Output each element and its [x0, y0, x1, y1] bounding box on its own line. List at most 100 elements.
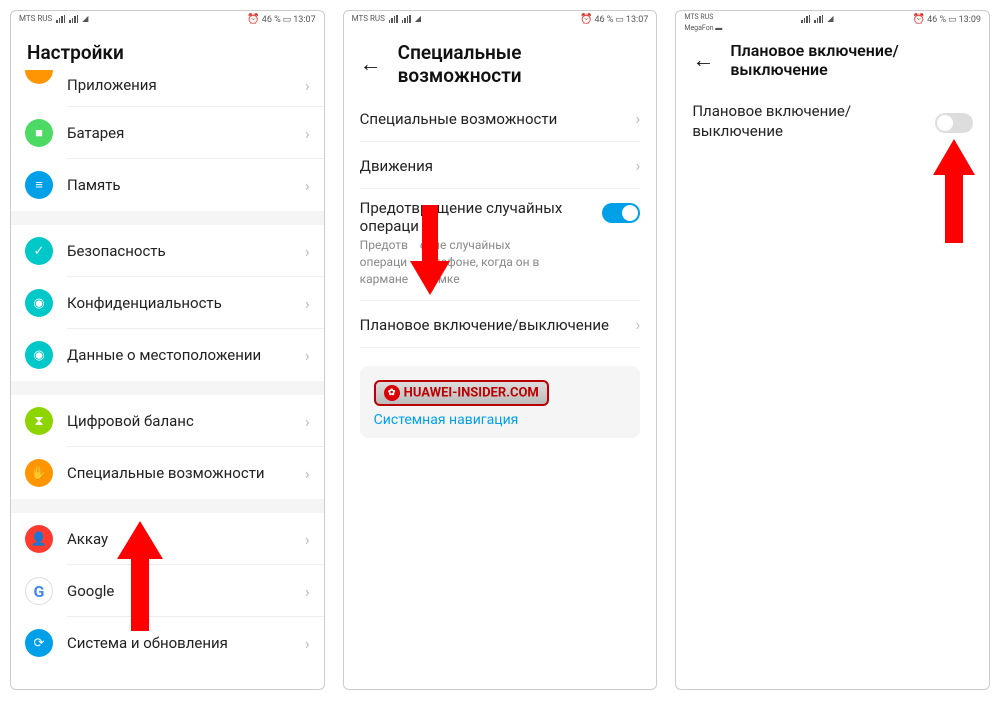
status-time: 13:07	[626, 15, 648, 25]
navigation-box[interactable]: ✿HUAWEI-INSIDER.COM Системная навигация	[360, 366, 641, 438]
row-label: Движения	[360, 157, 636, 175]
annotation-arrow	[933, 139, 975, 243]
back-arrow-icon[interactable]: ←	[692, 47, 714, 73]
page-header: Настройки	[11, 31, 324, 72]
chevron-right-icon: ›	[305, 176, 310, 195]
chevron-right-icon: ›	[305, 412, 310, 431]
item-label: Специальные возможности	[67, 464, 291, 483]
status-right: ⏰ 46 % ▭ 13:09	[913, 14, 981, 25]
status-left: MTS RUS MegaFon ▬	[684, 14, 722, 32]
settings-item-account[interactable]: 👤 Аккау ›	[11, 513, 324, 565]
battery-icon: ▭	[615, 15, 624, 25]
status-bar: MTS RUS ◢ ⏰ 46 % ▭ 13:07	[11, 11, 324, 31]
page-header: ← Плановое включение/выключение	[676, 31, 989, 87]
settings-item-system[interactable]: ⟳ Система и обновления ›	[11, 617, 324, 669]
wifi-icon: ◢	[415, 14, 421, 23]
toggle-switch[interactable]	[602, 203, 640, 223]
settings-item-privacy[interactable]: ◉ Конфиденциальность ›	[11, 277, 324, 329]
status-bar: MTS RUS ◢ ⏰ 46 % ▭ 13:07	[344, 11, 657, 31]
signal-icon-2	[814, 15, 823, 23]
signal-icon-2	[402, 15, 411, 23]
chevron-right-icon: ›	[305, 124, 310, 143]
carrier-label: MTS RUS	[352, 14, 385, 23]
toggle-switch[interactable]	[935, 113, 973, 133]
watermark-badge: ✿HUAWEI-INSIDER.COM	[374, 380, 549, 406]
settings-item-battery[interactable]: ■ Батарея ›	[11, 107, 324, 159]
phone-screen-1: MTS RUS ◢ ⏰ 46 % ▭ 13:07 Настройки Прило…	[10, 10, 325, 690]
status-right: ⏰ 46 % ▭ 13:07	[247, 14, 315, 25]
row-accessibility[interactable]: Специальные возможности ›	[344, 95, 657, 142]
settings-item-apps[interactable]: Приложения ›	[11, 72, 324, 107]
settings-item-memory[interactable]: ≡ Память ›	[11, 159, 324, 211]
apps-icon	[25, 70, 53, 84]
settings-item-security[interactable]: ✓ Безопасность ›	[11, 225, 324, 277]
carrier-label: MTS RUS	[19, 14, 52, 23]
row-subtitle: Предотв ение случайных операци телефоне,…	[360, 237, 593, 287]
status-left: MTS RUS ◢	[352, 14, 421, 23]
item-label: Цифровой баланс	[67, 412, 291, 431]
row-title: Предотвращение случайныхопераци	[360, 199, 593, 235]
wifi-icon: ◢	[82, 14, 88, 23]
phone-screen-3: MTS RUS MegaFon ▬ ◢ ⏰ 46 % ▭ 13:09 ← Пла…	[675, 10, 990, 690]
shield-check-icon: ✓	[25, 237, 53, 265]
page-title: Специальные возможности	[398, 41, 641, 87]
chevron-right-icon: ›	[636, 315, 641, 334]
settings-item-google[interactable]: G Google ›	[11, 565, 324, 617]
item-label: Батарея	[67, 124, 291, 143]
annotation-arrow	[410, 205, 450, 295]
settings-item-digital-balance[interactable]: ⧗ Цифровой баланс ›	[11, 395, 324, 447]
status-right: ⏰ 46 % ▭ 13:07	[580, 14, 648, 25]
item-label: Приложения	[67, 76, 291, 95]
status-left: MTS RUS ◢	[19, 14, 88, 23]
carrier-label-2: MegaFon ▬	[684, 25, 722, 32]
item-label: Google	[67, 582, 291, 601]
wifi-icon: ◢	[827, 14, 833, 23]
battery-icon: ▭	[283, 15, 292, 25]
system-navigation-link[interactable]: Системная навигация	[374, 412, 627, 428]
item-label: Система и обновления	[67, 634, 291, 653]
row-motions[interactable]: Движения ›	[344, 142, 657, 189]
chevron-right-icon: ›	[305, 346, 310, 365]
battery-pct: 46 %	[927, 15, 946, 25]
settings-item-location[interactable]: ◉ Данные о местоположении ›	[11, 329, 324, 381]
update-icon: ⟳	[25, 629, 53, 657]
location-pin-icon: ◉	[25, 341, 53, 369]
item-label: Аккау	[67, 530, 291, 549]
item-label: Конфиденциальность	[67, 294, 291, 313]
page-title: Плановое включение/выключение	[730, 41, 981, 79]
huawei-logo-icon: ✿	[384, 385, 400, 401]
row-label: Плановое включение/выключение	[360, 316, 636, 334]
signal-icon	[56, 15, 65, 23]
settings-list: Приложения › ■ Батарея › ≡ Память › ✓ Бе…	[11, 72, 324, 669]
section-divider	[11, 381, 324, 395]
carrier-label-1: MTS RUS	[684, 14, 713, 21]
hand-icon: ✋	[25, 459, 53, 487]
hourglass-icon: ⧗	[25, 407, 53, 435]
page-title: Настройки	[27, 41, 124, 64]
chevron-right-icon: ›	[305, 530, 310, 549]
status-time: 13:07	[293, 15, 315, 25]
section-divider	[11, 211, 324, 225]
row-prevent-accidental[interactable]: Предотвращение случайныхопераци Предотв …	[344, 189, 657, 301]
chevron-right-icon: ›	[636, 156, 641, 175]
chevron-right-icon: ›	[305, 294, 310, 313]
chevron-right-icon: ›	[636, 109, 641, 128]
chevron-right-icon: ›	[305, 634, 310, 653]
status-time: 13:09	[959, 15, 981, 25]
row-scheduled-power[interactable]: Плановое включение/выключение ›	[344, 301, 657, 348]
section-divider	[11, 499, 324, 513]
item-label: Память	[67, 176, 291, 195]
chevron-right-icon: ›	[305, 76, 310, 95]
battery-icon: ■	[25, 119, 53, 147]
item-label: Данные о местоположении	[67, 346, 291, 365]
annotation-arrow	[117, 521, 163, 631]
chevron-right-icon: ›	[305, 582, 310, 601]
row-label: Специальные возможности	[360, 110, 636, 128]
battery-pct: 46 %	[262, 15, 281, 25]
chevron-right-icon: ›	[305, 464, 310, 483]
back-arrow-icon[interactable]: ←	[360, 51, 382, 77]
settings-item-accessibility[interactable]: ✋ Специальные возможности ›	[11, 447, 324, 499]
signal-icon	[389, 15, 398, 23]
chevron-right-icon: ›	[305, 242, 310, 261]
battery-icon: ▭	[948, 15, 957, 25]
